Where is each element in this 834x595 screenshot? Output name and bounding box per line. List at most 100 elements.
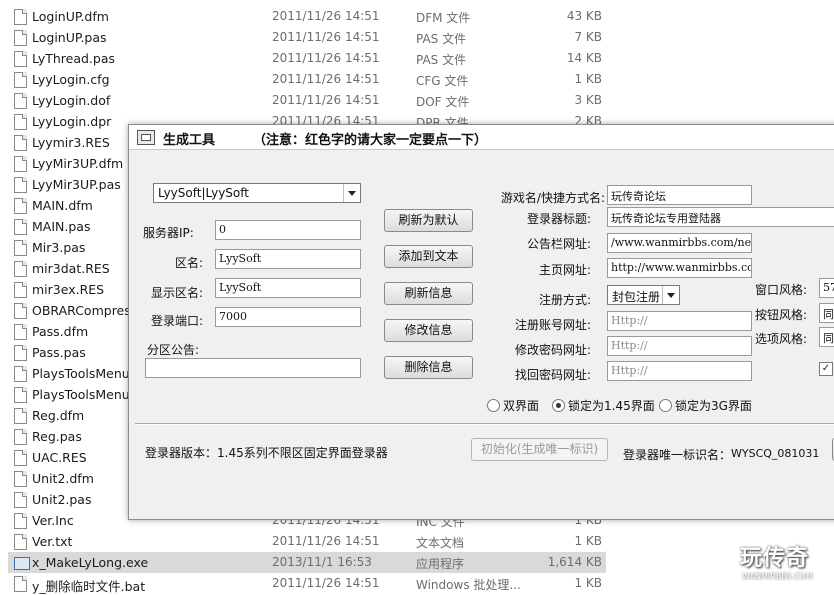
radio-lock-145-label: 锁定为1.45界面 [568,399,655,413]
radio-lock-3g-label: 锁定为3G界面 [675,399,752,413]
change-pwd-url-field[interactable]: Http:// [607,336,752,356]
watermark-sub: WANMIRBBS.COM [742,572,813,581]
file-icon [14,135,27,151]
file-name: LyyMir3UP.pas [32,177,121,192]
file-name: Ver.txt [32,534,73,549]
file-row[interactable]: y_删除临时文件.bat 2011/11/26 14:51 Windows 批处理.… [8,573,606,594]
notice-url-field[interactable]: /www.wanmirbbs.com/news [607,233,752,253]
change-pwd-url-label: 修改密码网址: [514,343,591,357]
window-style-field[interactable]: 57 [819,278,834,298]
chevron-down-icon[interactable] [662,286,679,304]
reset-default-button[interactable]: 刷新为默认 [384,209,473,232]
zone-name-field[interactable]: LyySoft [215,249,361,269]
file-name: Pass.dfm [32,324,89,339]
register-mode-label: 注册方式: [538,293,591,307]
file-icon [14,387,27,403]
file-icon [14,261,27,277]
file-icon [14,72,27,88]
zone-notice-field[interactable] [145,358,361,378]
file-name: LyThread.pas [32,51,116,66]
file-row[interactable]: LoginUP.dfm 2011/11/26 14:51 DFM 文件 43 KB [8,6,606,27]
file-name: Unit2.pas [32,492,92,507]
radio-lock-145[interactable]: 锁定为1.45界面 [552,397,655,414]
server-ip-field[interactable]: 0 [215,220,361,240]
chevron-down-icon[interactable] [343,184,360,202]
option-style-label: 选项风格: [755,332,808,346]
recover-pwd-url-label: 找回密码网址: [514,368,591,382]
radio-lock-3g-dot[interactable] [659,399,672,412]
file-row[interactable]: LoginUP.pas 2011/11/26 14:51 PAS 文件 7 KB [8,27,606,48]
style-checkbox[interactable]: ✓ [819,362,833,376]
file-icon [14,513,27,529]
register-url-field[interactable]: Http:// [607,311,752,331]
file-size: 7 KB [574,30,602,44]
file-type: Windows 批处理... [416,578,521,592]
notice-url-label: 公告栏网址: [526,237,591,251]
server-select[interactable]: LyySoft|LyySoft [153,183,361,203]
file-type: PAS 文件 [416,32,467,46]
home-url-field[interactable]: http://www.wanmirbbs.com [607,258,752,278]
file-row[interactable]: LyyLogin.cfg 2011/11/26 14:51 CFG 文件 1 KB [8,69,606,90]
file-icon [14,198,27,214]
button-style-label: 按钮风格: [755,308,808,322]
refresh-info-button[interactable]: 刷新信息 [384,282,473,305]
file-date: 2011/11/26 14:51 [272,93,380,107]
file-name: MAIN.pas [32,219,91,234]
initialize-button[interactable]: 初始化(生成唯一标识) [471,438,608,461]
display-name-label: 显示区名: [150,286,203,300]
file-icon [14,93,27,109]
file-icon [14,177,27,193]
file-row[interactable]: LyyLogin.dof 2011/11/26 14:51 DOF 文件 3 KB [8,90,606,111]
file-icon [14,240,27,256]
file-icon [14,30,27,46]
file-icon [14,492,27,508]
file-name: Unit2.dfm [32,471,94,486]
app-window-icon [137,130,155,145]
dialog-titlebar[interactable]: 生成工具 （注意：红色字的请大家一定要点一下） [129,125,834,150]
delete-info-button[interactable]: 删除信息 [384,356,473,379]
login-port-field[interactable]: 7000 [215,307,361,327]
file-size: 3 KB [574,93,602,107]
radio-dual-ui-dot[interactable] [487,399,500,412]
file-row[interactable]: x_MakeLyLong.exe 2013/11/1 16:53 应用程序 1,614… [8,552,606,573]
radio-dual-ui[interactable]: 双界面 [487,397,539,414]
option-style-field[interactable]: 同 [819,327,834,347]
file-name: LyyLogin.dof [32,93,111,108]
radio-lock-145-dot[interactable] [552,399,565,412]
register-url-label: 注册账号网址: [514,318,591,332]
zone-name-label: 区名: [174,256,203,270]
file-date: 2011/11/26 14:51 [272,51,380,65]
file-size: 1 KB [574,72,602,86]
file-icon [14,324,27,340]
file-row[interactable]: Ver.txt 2011/11/26 14:51 文本文档 1 KB [8,531,606,552]
file-date: 2011/11/26 14:51 [272,72,380,86]
server-select-value: LyySoft|LyySoft [158,186,249,200]
radio-dual-ui-label: 双界面 [503,399,540,413]
radio-lock-3g[interactable]: 锁定为3G界面 [659,397,752,414]
file-size: 1,614 KB [547,555,602,569]
button-style-field[interactable]: 同 [819,303,834,323]
recover-pwd-url-field[interactable]: Http:// [607,361,752,381]
file-size: 43 KB [566,9,602,23]
generator-dialog: 生成工具 （注意：红色字的请大家一定要点一下） LyySoft|LyySoft … [128,124,834,520]
file-icon [14,51,27,67]
file-name: LoginUP.dfm [32,9,109,24]
file-row[interactable]: LyThread.pas 2011/11/26 14:51 PAS 文件 14 KB [8,48,606,69]
file-icon [14,219,27,235]
file-type: DFM 文件 [416,11,471,25]
file-type: DOF 文件 [416,95,470,109]
display-name-field[interactable]: LyySoft [215,278,361,298]
game-name-field[interactable]: 玩传奇论坛 [607,185,752,205]
file-icon [14,408,27,424]
add-to-text-button[interactable]: 添加到文本 [384,245,473,268]
register-mode-select[interactable]: 封包注册 [607,285,680,305]
application-icon [14,557,30,570]
file-icon [14,366,27,382]
modify-info-button[interactable]: 修改信息 [384,319,473,342]
file-name: LyyLogin.cfg [32,72,110,87]
file-size: 14 KB [566,51,602,65]
file-name: LyyLogin.dpr [32,114,112,129]
login-title-field[interactable]: 玩传奇论坛专用登陆器 [607,207,834,227]
file-name: mir3dat.RES [32,261,110,276]
unique-id-value: WYSCQ_081031 [731,447,820,460]
